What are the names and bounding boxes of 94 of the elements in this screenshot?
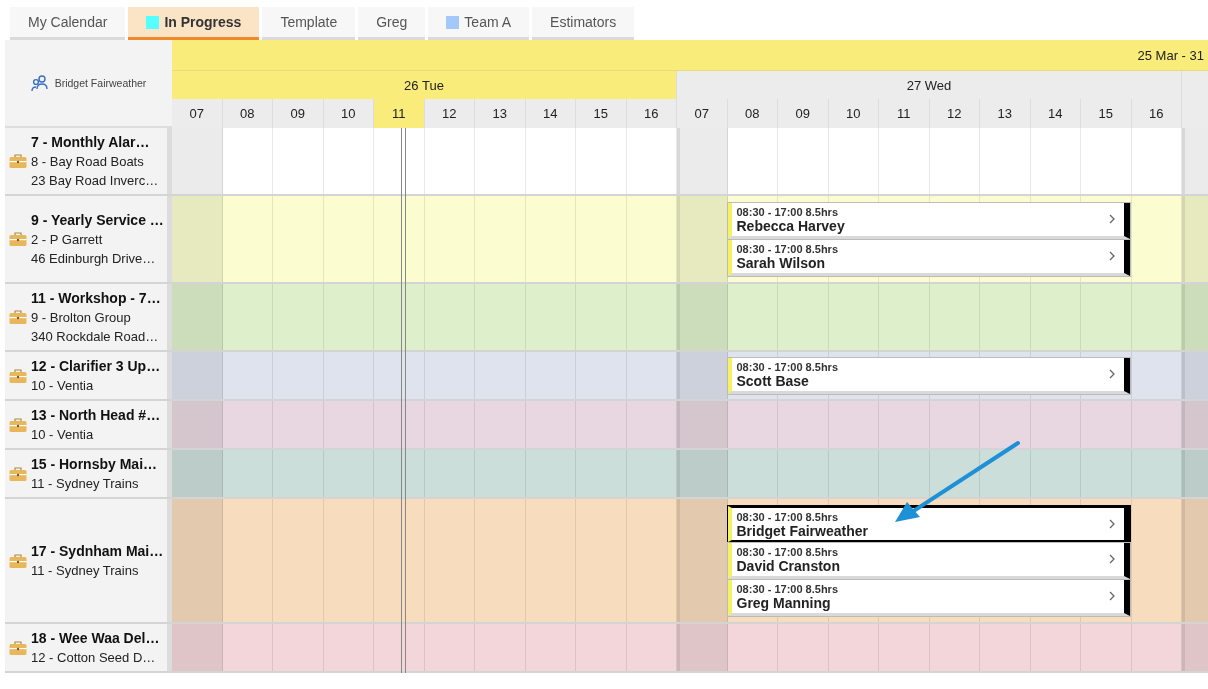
briefcase-icon [9,367,27,384]
hour-header: 07 [172,99,223,128]
hour-header: 12 [929,99,980,128]
shift-person: Bridget Fairweather [736,523,869,538]
job-title: 15 - Hornsby Mai… [31,454,158,474]
shift-person: Rebecca Harvey [736,219,846,233]
day-header: 27 Wed [677,71,1182,99]
shift-person: Sarah Wilson [736,256,827,270]
tab[interactable]: In Progress [128,7,260,40]
job-client: 2 - P Garrett [31,230,104,249]
off-hours-cell [172,352,223,399]
shift-time: 08:30 - 17:00 8.5hrs [736,582,839,596]
job-address: 340 Rockdale Road… [31,327,160,346]
job-client: 11 - Sydney Trains [31,474,140,493]
tab[interactable]: My Calendar [10,7,126,40]
hour-header: 12 [424,99,475,128]
week-range: 25 Mar - 31 [172,40,1208,71]
tab[interactable]: Estimators [532,7,635,40]
hour-header: 11 [374,99,425,128]
shift-person: David Cranston [736,559,841,573]
off-hours-cell [677,401,728,448]
job-title: 11 - Workshop - 7… [31,288,161,308]
job-title: 9 - Yearly Service … [31,210,164,230]
briefcase-icon [9,309,27,325]
hour-header: 10 [828,99,879,128]
hour-header: 08 [727,99,778,128]
off-hours-cell [172,624,223,671]
shift-person: Scott Base [736,374,810,388]
chevron-right-icon [1108,554,1116,564]
resource-name: Bridget Fairweather [54,77,147,89]
shift-card[interactable]: 08:30 - 17:00 8.5hrs Bridget Fairweather [727,505,1130,542]
hour-header: 15 [576,99,627,128]
shift-card[interactable]: 08:30 - 17:00 8.5hrs Greg Manning [727,579,1130,616]
shift-person: Greg Manning [736,596,832,610]
hour-header: 16 [1131,99,1182,128]
job-title: 18 - Wee Waa Del… [31,628,160,648]
job-title: 17 - Sydnham Mai… [31,541,164,561]
briefcase-icon [9,465,27,482]
shift-time: 08:30 - 17:00 8.5hrs [736,545,839,559]
job-client: 8 - Bay Road Boats [31,152,145,171]
chevron-right-icon [1108,251,1116,261]
shift-time: 08:30 - 17:00 8.5hrs [736,242,839,256]
hour-header: 16 [626,99,677,128]
off-hours-cell [172,450,223,497]
briefcase-icon [9,231,27,247]
off-hours-cell [677,352,728,399]
job-title: 12 - Clarifier 3 Up… [31,356,161,376]
hour-header: 09 [778,99,829,128]
briefcase-icon [9,416,27,433]
shift-time: 08:30 - 17:00 8.5hrs [736,360,839,374]
job-client: 10 - Ventia [31,425,95,444]
job-address: 23 Bay Road Inverc… [31,171,159,190]
day-header: 26 Tue [172,71,677,99]
job-address: 46 Edinburgh Drive… [31,249,157,268]
shift-card[interactable]: 08:30 - 17:00 8.5hrs Sarah Wilson [727,239,1130,276]
job-title: 13 - North Head #… [31,405,161,425]
tab[interactable]: Template [262,7,356,40]
off-hours-cell [677,624,728,671]
off-hours-cell [172,128,223,194]
chevron-right-icon [1108,369,1116,379]
shift-card[interactable]: 08:30 - 17:00 8.5hrs Rebecca Harvey [727,202,1130,239]
hour-header: 14 [525,99,576,128]
hour-header: 15 [1081,99,1132,128]
off-hours-cell [677,284,728,350]
hour-header: 10 [323,99,374,128]
hour-header: 09 [273,99,324,128]
chevron-right-icon [1108,214,1116,224]
chevron-right-icon [1108,591,1116,601]
job-title: 7 - Monthly Alar… [31,132,151,152]
job-client: 10 - Ventia [31,376,95,395]
briefcase-icon [9,552,27,569]
hour-header: 13 [980,99,1031,128]
off-hours-cell [677,450,728,497]
shift-time: 08:30 - 17:00 8.5hrs [736,509,839,524]
people-icon [30,74,49,92]
briefcase-icon [9,639,27,656]
job-client: 12 - Cotton Seed D… [31,648,157,667]
tab[interactable]: Greg [358,7,426,40]
hour-header: 08 [222,99,273,128]
off-hours-cell [172,284,223,350]
tab[interactable]: Team A [428,7,530,40]
hour-header: 13 [475,99,526,128]
hour-header: 14 [1030,99,1081,128]
chevron-right-icon [1108,518,1116,529]
briefcase-icon [9,153,27,169]
shift-card[interactable]: 08:30 - 17:00 8.5hrs David Cranston [727,542,1130,579]
hour-header: 07 [677,99,728,128]
shift-card[interactable]: 08:30 - 17:00 8.5hrs Scott Base [727,357,1130,394]
off-hours-cell [677,128,728,194]
hour-header: 11 [879,99,930,128]
off-hours-cell [172,401,223,448]
job-client: 11 - Sydney Trains [31,561,140,580]
job-client: 9 - Brolton Group [31,308,132,327]
shift-time: 08:30 - 17:00 8.5hrs [736,205,839,219]
